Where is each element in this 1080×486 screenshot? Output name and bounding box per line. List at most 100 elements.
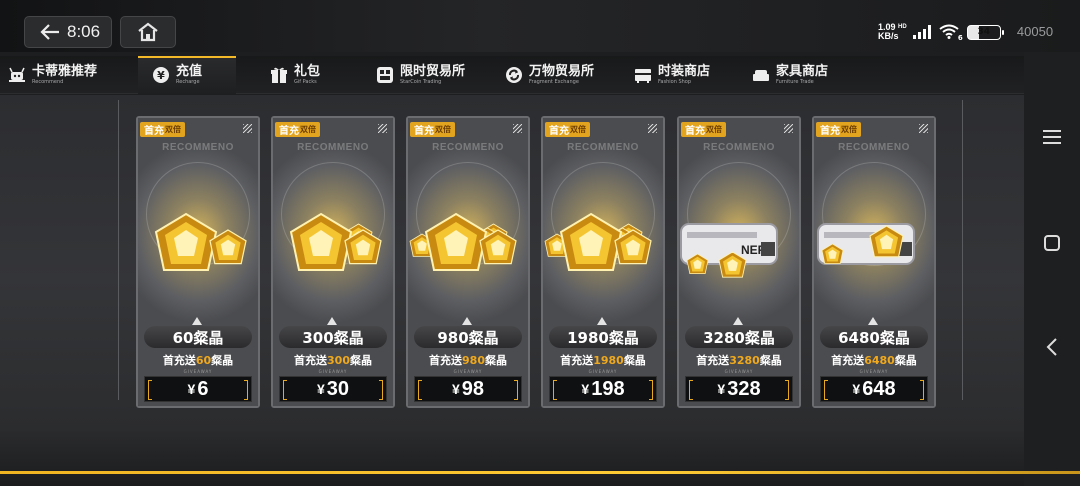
- tab-fashion-shop[interactable]: 时装商店 Fashion Shop: [634, 56, 734, 94]
- pointer-triangle-icon: [868, 317, 878, 325]
- recharge-package-card[interactable]: RECOMMENO NER 首充 双倍 3280粲晶 首充送3280粲晶 GIV…: [677, 116, 801, 408]
- gift-icon: [270, 66, 288, 84]
- bonus-prefix: 首充送: [429, 354, 463, 367]
- recharge-package-card[interactable]: RECOMMENO 首充 双倍 980粲晶 首充送980粲晶 GIVEAWAY …: [406, 116, 530, 408]
- bonus-suffix: 粲晶: [894, 354, 917, 367]
- system-nav-bar: [1024, 52, 1080, 486]
- tab-gift-packs[interactable]: 礼包 Gif Packs: [270, 56, 360, 94]
- crystal-amount: 60粲晶: [144, 326, 252, 348]
- corner-stripe-icon: [243, 124, 252, 133]
- bonus-amount: 3280: [729, 354, 760, 367]
- crystal-icon: [273, 174, 393, 308]
- tab-recommend-sub: Recommend: [32, 79, 64, 85]
- crystal-icon: NER: [814, 174, 934, 308]
- recharge-package-card[interactable]: RECOMMENO 首充 双倍 60粲晶 首充送60粲晶 GIVEAWAY ¥6: [136, 116, 260, 408]
- tab-recommend[interactable]: 卡蒂雅推荐 Recommend: [8, 56, 136, 94]
- tab-furniture-trade[interactable]: 家具商店 Furniture Trade: [752, 56, 852, 94]
- home-nav-button[interactable]: [1041, 232, 1063, 254]
- giveaway-text: GIVEAWAY: [859, 369, 889, 374]
- price-value: 198: [591, 377, 625, 400]
- cycle-exchange-icon: [505, 66, 523, 84]
- bonus-prefix: 首充送: [696, 354, 730, 367]
- first-recharge-bonus: 首充送60粲晶: [138, 352, 258, 368]
- battery-indicator: 34: [966, 24, 1004, 40]
- first-recharge-bonus: 首充送300粲晶: [273, 352, 393, 368]
- price-button[interactable]: ¥198: [549, 376, 657, 402]
- system-status: 1.09 HD KB/s 6 34: [878, 20, 1004, 44]
- recharge-package-card[interactable]: RECOMMENO 首充 双倍 300粲晶 首充送300粲晶 GIVEAWAY: [271, 116, 395, 408]
- badge-label: 首充: [414, 126, 434, 137]
- pointer-triangle-icon: [462, 317, 472, 325]
- giveaway-text: GIVEAWAY: [318, 369, 348, 374]
- bonus-amount: 6480: [864, 354, 895, 367]
- price-value: 6: [197, 377, 209, 400]
- currency-symbol: ¥: [581, 381, 590, 397]
- recommend-watermark: RECOMMENO: [297, 142, 369, 153]
- badge-double-label: 双倍: [165, 125, 181, 134]
- currency-symbol: ¥: [852, 381, 861, 397]
- recommend-watermark: RECOMMENO: [838, 142, 910, 153]
- tab-starcoin-trading[interactable]: 限时贸易所 StarCoin Trading: [376, 56, 494, 94]
- frame-line-left: [118, 100, 119, 400]
- recharge-package-card[interactable]: RECOMMENO NER 首充 双倍 6480粲晶 首充送6480粲晶 GIV…: [812, 116, 936, 408]
- giveaway-text: GIVEAWAY: [453, 369, 483, 374]
- crystal-amount: 980粲晶: [414, 326, 522, 348]
- price-value: 648: [862, 377, 896, 400]
- crystal-icon: [408, 174, 528, 308]
- tab-gift-label: 礼包: [294, 64, 321, 79]
- tab-starcoin-sub: StarCoin Trading: [400, 79, 442, 85]
- bonus-amount: 980: [462, 354, 485, 367]
- home-icon: [138, 22, 158, 42]
- bonus-prefix: 首充送: [560, 354, 594, 367]
- bonus-suffix: 粲晶: [759, 354, 782, 367]
- recommend-watermark: RECOMMENO: [703, 142, 775, 153]
- back-nav-button[interactable]: [1041, 336, 1063, 358]
- badge-label: 首充: [685, 126, 705, 137]
- first-recharge-badge: 首充 双倍: [275, 122, 320, 137]
- bonus-prefix: 首充送: [831, 354, 865, 367]
- timer-exchange-icon: [376, 66, 394, 84]
- badge-double-label: 双倍: [435, 125, 451, 134]
- pointer-triangle-icon: [192, 317, 202, 325]
- price-button[interactable]: ¥6: [144, 376, 252, 402]
- badge-label: 首充: [144, 126, 164, 137]
- corner-stripe-icon: [513, 124, 522, 133]
- tab-fragment-exchange[interactable]: 万物贸易所 Fragment Exchange: [505, 56, 623, 94]
- giveaway-text: GIVEAWAY: [588, 369, 618, 374]
- recommend-watermark: RECOMMENO: [567, 142, 639, 153]
- back-chevron-icon: [1046, 338, 1057, 356]
- frame-line-right: [962, 100, 963, 400]
- badge-double-label: 双倍: [300, 125, 316, 134]
- tab-recharge[interactable]: ¥ 充值 Recharge: [138, 56, 236, 94]
- menu-icon: [1043, 130, 1061, 144]
- crystal-icon: [138, 174, 258, 308]
- home-button[interactable]: [120, 16, 176, 48]
- bottom-accent-line: [0, 471, 1080, 474]
- back-button[interactable]: 8:06: [24, 16, 112, 48]
- price-value: 328: [727, 377, 761, 400]
- bonus-suffix: 粲晶: [623, 354, 646, 367]
- recharge-package-card[interactable]: RECOMMENO 首充 双倍 1980粲晶 首充送1980粲晶 GIVEAWA…: [541, 116, 665, 408]
- bonus-amount: 60: [195, 354, 212, 367]
- home-square-icon: [1044, 235, 1060, 251]
- shop-tab-bar: 卡蒂雅推荐 Recommend ¥ 充值 Recharge 礼包 Gif Packs …: [0, 56, 1024, 94]
- price-button[interactable]: ¥30: [279, 376, 387, 402]
- tab-gift-sub: Gif Packs: [294, 79, 317, 85]
- crystal-amount: 3280粲晶: [685, 326, 793, 348]
- recommend-watermark: RECOMMENO: [432, 142, 504, 153]
- bonus-prefix: 首充送: [294, 354, 328, 367]
- price-button[interactable]: ¥648: [820, 376, 928, 402]
- tab-furniture-sub: Furniture Trade: [776, 79, 814, 85]
- menu-button[interactable]: [1041, 126, 1063, 148]
- price-button[interactable]: ¥98: [414, 376, 522, 402]
- badge-label: 首充: [549, 126, 569, 137]
- currency-symbol: ¥: [187, 381, 196, 397]
- badge-double-label: 双倍: [841, 125, 857, 134]
- tab-fashion-sub: Fashion Shop: [658, 79, 692, 85]
- first-recharge-badge: 首充 双倍: [681, 122, 726, 137]
- signal-icon: [912, 25, 931, 39]
- top-bar: 8:06 1.09 HD KB/s 6 34 40050: [0, 0, 1080, 52]
- clock-time: 8:06: [67, 22, 101, 41]
- currency-symbol: ¥: [717, 381, 726, 397]
- price-button[interactable]: ¥328: [685, 376, 793, 402]
